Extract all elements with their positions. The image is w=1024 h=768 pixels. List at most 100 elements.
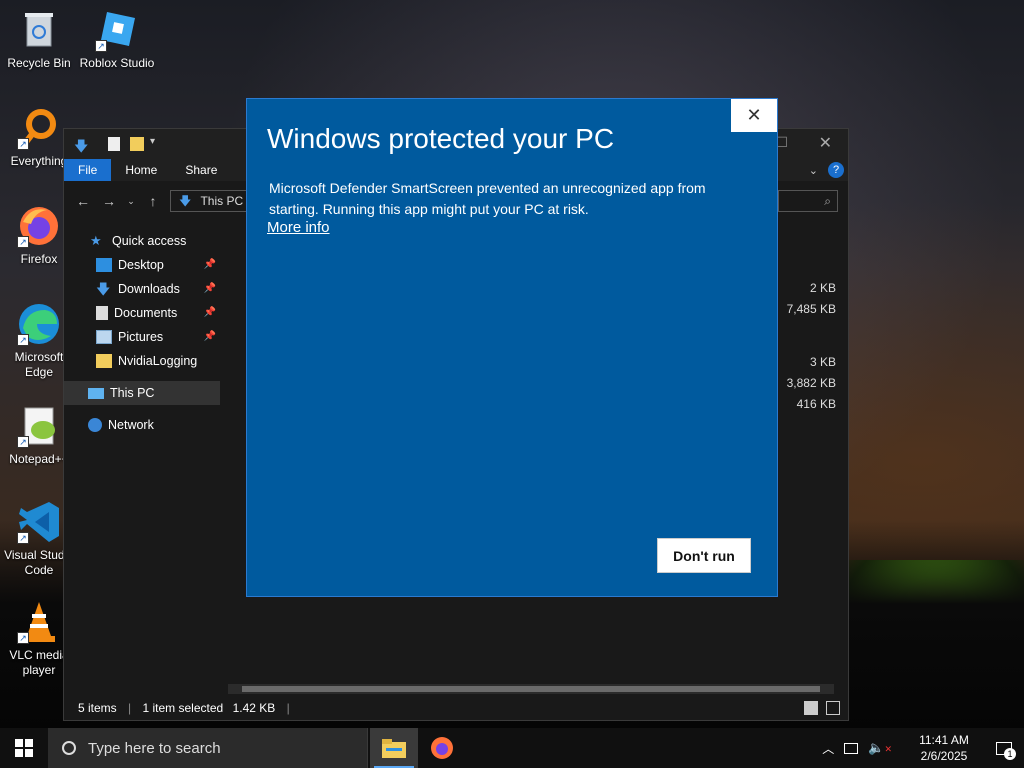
shortcut-arrow-icon: ↗ xyxy=(17,138,29,150)
large-icons-view-icon[interactable] xyxy=(826,701,840,715)
item-count: 5 items xyxy=(78,701,117,715)
help-icon[interactable]: ? xyxy=(828,162,844,178)
desktop-icon-label: Everything xyxy=(10,154,68,168)
desktop-icon-roblox-studio[interactable]: ↗ Roblox Studio xyxy=(78,8,156,71)
horizontal-scrollbar[interactable] xyxy=(228,684,834,694)
file-explorer-icon xyxy=(382,739,406,758)
file-size: 2 KB xyxy=(809,281,836,295)
download-arrow-icon: 🡇 xyxy=(74,138,89,154)
sidebar-item-label: Desktop xyxy=(118,258,164,272)
address-text: This PC xyxy=(200,194,244,208)
desktop-icon-label: Recycle Bin xyxy=(7,56,71,70)
notification-count-badge: 1 xyxy=(1004,748,1016,760)
ribbon-expand-icon[interactable]: ⌄ xyxy=(809,164,818,177)
taskbar: Type here to search ︿ 🔈✕ 11:41 AM 2/6/20… xyxy=(0,728,1024,768)
taskbar-file-explorer[interactable] xyxy=(370,728,418,768)
tab-home[interactable]: Home xyxy=(111,159,171,181)
action-center-button[interactable]: 1 xyxy=(984,728,1024,768)
folder-icon xyxy=(96,354,112,368)
recent-locations-icon[interactable]: ⌄ xyxy=(120,196,142,207)
star-icon: ★ xyxy=(90,233,102,248)
file-size: 3 KB xyxy=(809,355,836,369)
sidebar-item-this-pc[interactable]: This PC xyxy=(64,381,220,405)
explorer-search-box[interactable]: ⌕ xyxy=(778,190,838,212)
file-size: 7,485 KB xyxy=(786,302,836,316)
address-bar[interactable]: 🡇 This PC xyxy=(170,190,250,212)
navigation-pane: ★ Quick access Desktop 📌 🡇 Downloads 📌 D… xyxy=(64,229,220,437)
computer-icon xyxy=(88,387,104,399)
show-hidden-icons-chevron-icon[interactable]: ︿ xyxy=(822,740,834,757)
network-status-icon[interactable] xyxy=(844,742,859,754)
download-arrow-icon: 🡇 xyxy=(179,194,192,208)
pin-icon[interactable]: 📌 xyxy=(204,253,216,277)
network-icon xyxy=(88,418,102,432)
firefox-icon: ↗ xyxy=(17,204,61,248)
system-tray: ︿ 🔈✕ 11:41 AM 2/6/2025 1 xyxy=(822,728,1024,768)
shortcut-arrow-icon: ↗ xyxy=(17,436,29,448)
firefox-icon xyxy=(431,737,453,759)
sidebar-item-pictures[interactable]: Pictures 📌 xyxy=(64,325,220,349)
details-view-icon[interactable] xyxy=(804,701,818,715)
dialog-message: Microsoft Defender SmartScreen prevented… xyxy=(269,180,706,217)
back-arrow-icon[interactable]: ← xyxy=(72,193,94,209)
file-size: 416 KB xyxy=(796,397,836,411)
sidebar-item-desktop[interactable]: Desktop 📌 xyxy=(64,253,220,277)
vlc-icon: ↗ xyxy=(17,600,61,644)
desktop-folder-icon xyxy=(96,258,112,272)
forward-arrow-icon[interactable]: → xyxy=(98,193,120,209)
up-arrow-icon[interactable]: ↑ xyxy=(142,193,164,209)
search-icon xyxy=(62,741,76,755)
sidebar-item-label: Documents xyxy=(114,306,178,320)
shortcut-arrow-icon: ↗ xyxy=(17,632,29,644)
desktop-icon-label: Microsoft Edge xyxy=(14,350,64,379)
tab-share[interactable]: Share xyxy=(171,159,231,181)
volume-muted-icon[interactable]: 🔈✕ xyxy=(868,740,892,756)
window-close-icon[interactable]: ✕ xyxy=(819,133,832,153)
sidebar-item-label: Downloads xyxy=(118,282,180,296)
desktop-icon-label: Roblox Studio xyxy=(79,56,155,70)
notepadpp-icon: ↗ xyxy=(17,404,61,448)
taskbar-search-box[interactable]: Type here to search xyxy=(48,728,368,768)
clock-time: 11:41 AM xyxy=(919,733,969,747)
taskbar-firefox[interactable] xyxy=(418,728,466,768)
recycle-bin-icon xyxy=(17,8,61,52)
dialog-close-button[interactable]: ✕ xyxy=(731,99,777,132)
selection-size: 1.42 KB xyxy=(232,701,276,715)
properties-icon[interactable] xyxy=(108,137,120,151)
sidebar-item-label: Network xyxy=(108,418,154,432)
desktop-icon-label: VLC media player xyxy=(9,648,69,677)
file-size: 3,882 KB xyxy=(786,376,836,390)
roblox-studio-icon: ↗ xyxy=(95,8,139,52)
more-info-link[interactable]: More info xyxy=(267,219,330,236)
close-icon: ✕ xyxy=(746,105,762,125)
search-placeholder: Type here to search xyxy=(88,739,221,757)
shortcut-arrow-icon: ↗ xyxy=(17,532,29,544)
dont-run-button[interactable]: Don't run xyxy=(657,538,751,573)
pin-icon[interactable]: 📌 xyxy=(204,325,216,349)
quick-access-dropdown-icon[interactable]: ▾ xyxy=(150,136,155,147)
scrollbar-thumb[interactable] xyxy=(242,686,820,692)
sidebar-item-documents[interactable]: Documents 📌 xyxy=(64,301,220,325)
shortcut-arrow-icon: ↗ xyxy=(17,334,29,346)
sidebar-item-downloads[interactable]: 🡇 Downloads 📌 xyxy=(64,277,220,301)
sidebar-item-label: NvidiaLogging xyxy=(118,354,198,368)
vscode-icon: ↗ xyxy=(17,500,61,544)
sidebar-item-nvidialogging[interactable]: NvidiaLogging xyxy=(64,349,220,373)
start-button[interactable] xyxy=(0,728,48,768)
explorer-status-bar: 5 items | 1 item selected 1.42 KB | xyxy=(64,696,848,720)
clock[interactable]: 11:41 AM 2/6/2025 xyxy=(904,732,984,764)
edge-icon: ↗ xyxy=(17,302,61,346)
sidebar-item-label: Pictures xyxy=(118,330,164,344)
everything-search-icon: ↗ xyxy=(17,106,61,150)
clock-date: 2/6/2025 xyxy=(920,749,968,763)
sidebar-item-quick-access[interactable]: ★ Quick access xyxy=(64,229,220,253)
pin-icon[interactable]: 📌 xyxy=(204,277,216,301)
shortcut-arrow-icon: ↗ xyxy=(95,40,107,52)
tab-file[interactable]: File xyxy=(64,159,112,181)
sidebar-item-network[interactable]: Network xyxy=(64,413,220,437)
search-icon: ⌕ xyxy=(824,194,831,208)
desktop-icon-label: Notepad++ xyxy=(9,452,69,466)
pin-icon[interactable]: 📌 xyxy=(204,301,216,325)
new-folder-icon[interactable] xyxy=(130,137,144,151)
desktop-icon-recycle-bin[interactable]: Recycle Bin xyxy=(0,8,78,71)
